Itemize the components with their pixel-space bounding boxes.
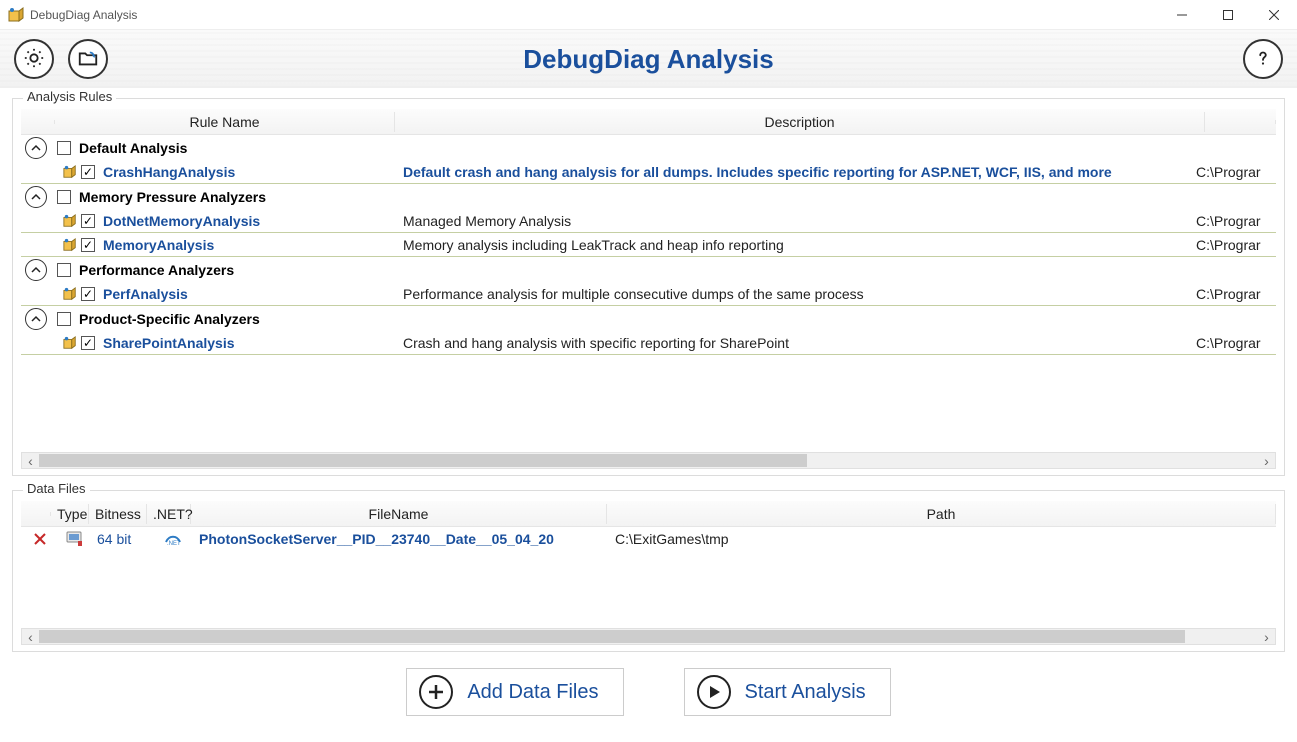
collapse-icon[interactable]	[25, 137, 47, 159]
col-path[interactable]: Path	[607, 504, 1276, 524]
collapse-icon[interactable]	[25, 259, 47, 281]
analysis-rules-group: Analysis Rules Rule Name Description Def…	[12, 98, 1285, 476]
scroll-left-icon[interactable]: ‹	[22, 629, 39, 644]
plus-icon	[419, 675, 453, 709]
rule-item-row[interactable]: SharePointAnalysisCrash and hang analysi…	[21, 331, 1276, 355]
data-files-group: Data Files Type Bitness .NET? FileName P…	[12, 490, 1285, 652]
rule-group-name: Memory Pressure Analyzers	[79, 189, 266, 205]
group-checkbox[interactable]	[57, 141, 71, 155]
page-title: DebugDiag Analysis	[0, 44, 1297, 75]
rule-name: PerfAnalysis	[103, 286, 403, 302]
app-icon	[8, 7, 24, 23]
rules-header-row: Rule Name Description	[21, 109, 1276, 135]
rule-checkbox[interactable]	[81, 238, 95, 252]
svg-text:.NET: .NET	[167, 541, 181, 546]
play-icon	[697, 675, 731, 709]
rule-checkbox[interactable]	[81, 336, 95, 350]
data-files-label: Data Files	[23, 481, 90, 496]
rule-path: C:\Prograr	[1196, 213, 1272, 229]
window-title: DebugDiag Analysis	[30, 8, 137, 22]
rule-file-icon	[61, 165, 79, 179]
data-horizontal-scrollbar[interactable]: ‹ ›	[21, 628, 1276, 645]
add-data-files-button[interactable]: Add Data Files	[406, 668, 623, 716]
rule-group-row[interactable]: Default Analysis	[21, 135, 1276, 160]
rule-group-row[interactable]: Product-Specific Analyzers	[21, 306, 1276, 331]
rule-description: Memory analysis including LeakTrack and …	[403, 237, 1196, 253]
rule-name: MemoryAnalysis	[103, 237, 403, 253]
rule-path: C:\Prograr	[1196, 164, 1272, 180]
rule-name: SharePointAnalysis	[103, 335, 403, 351]
rule-group-row[interactable]: Memory Pressure Analyzers	[21, 184, 1276, 209]
group-checkbox[interactable]	[57, 263, 71, 277]
rule-name: DotNetMemoryAnalysis	[103, 213, 403, 229]
rule-path: C:\Prograr	[1196, 286, 1272, 302]
rule-description: Managed Memory Analysis	[403, 213, 1196, 229]
rule-file-icon	[61, 287, 79, 301]
col-type[interactable]: Type	[51, 504, 89, 524]
data-file-row[interactable]: 64 bit .NET PhotonSocketServer__PID__23740…	[21, 527, 1276, 551]
rule-checkbox[interactable]	[81, 287, 95, 301]
col-rule-name[interactable]: Rule Name	[55, 112, 395, 132]
filename-value: PhotonSocketServer__PID__23740__Date__05…	[195, 531, 611, 547]
start-analysis-button[interactable]: Start Analysis	[684, 668, 891, 716]
rule-item-row[interactable]: CrashHangAnalysisDefault crash and hang …	[21, 160, 1276, 184]
col-rule-description[interactable]: Description	[395, 112, 1205, 132]
rule-file-icon	[61, 336, 79, 350]
action-bar: Add Data Files Start Analysis	[0, 656, 1297, 726]
rule-group-name: Performance Analyzers	[79, 262, 234, 278]
scroll-left-icon[interactable]: ‹	[22, 453, 39, 468]
rule-checkbox[interactable]	[81, 214, 95, 228]
rule-path: C:\Prograr	[1196, 237, 1272, 253]
delete-file-icon[interactable]	[25, 533, 55, 545]
col-net[interactable]: .NET?	[147, 504, 191, 524]
group-checkbox[interactable]	[57, 190, 71, 204]
analysis-rules-label: Analysis Rules	[23, 89, 116, 104]
rule-description: Default crash and hang analysis for all …	[403, 164, 1196, 180]
rule-group-name: Product-Specific Analyzers	[79, 311, 260, 327]
scroll-right-icon[interactable]: ›	[1258, 453, 1275, 468]
rule-checkbox[interactable]	[81, 165, 95, 179]
col-bitness[interactable]: Bitness	[89, 504, 147, 524]
start-analysis-label: Start Analysis	[745, 681, 866, 704]
minimize-button[interactable]	[1159, 0, 1205, 30]
scroll-right-icon[interactable]: ›	[1258, 629, 1275, 644]
data-header-row: Type Bitness .NET? FileName Path	[21, 501, 1276, 527]
dotnet-icon: .NET	[151, 532, 195, 546]
rule-item-row[interactable]: PerfAnalysisPerformance analysis for mul…	[21, 282, 1276, 306]
col-filename[interactable]: FileName	[191, 504, 607, 524]
rule-file-icon	[61, 238, 79, 252]
rule-name: CrashHangAnalysis	[103, 164, 403, 180]
collapse-icon[interactable]	[25, 308, 47, 330]
scrollbar-thumb[interactable]	[39, 454, 807, 467]
rule-description: Performance analysis for multiple consec…	[403, 286, 1196, 302]
rule-group-row[interactable]: Performance Analyzers	[21, 257, 1276, 282]
maximize-button[interactable]	[1205, 0, 1251, 30]
rule-item-row[interactable]: DotNetMemoryAnalysisManaged Memory Analy…	[21, 209, 1276, 233]
header-band: DebugDiag Analysis	[0, 30, 1297, 88]
collapse-icon[interactable]	[25, 186, 47, 208]
add-data-files-label: Add Data Files	[467, 681, 598, 704]
rule-file-icon	[61, 214, 79, 228]
close-button[interactable]	[1251, 0, 1297, 30]
rule-group-name: Default Analysis	[79, 140, 187, 156]
window-titlebar: DebugDiag Analysis	[0, 0, 1297, 30]
rule-path: C:\Prograr	[1196, 335, 1272, 351]
group-checkbox[interactable]	[57, 312, 71, 326]
path-value: C:\ExitGames\tmp	[611, 531, 1272, 547]
bitness-value: 64 bit	[93, 531, 151, 547]
rules-horizontal-scrollbar[interactable]: ‹ ›	[21, 452, 1276, 469]
dump-type-icon	[55, 531, 93, 547]
rule-description: Crash and hang analysis with specific re…	[403, 335, 1196, 351]
rule-item-row[interactable]: MemoryAnalysisMemory analysis including …	[21, 233, 1276, 257]
scrollbar-thumb[interactable]	[39, 630, 1185, 643]
